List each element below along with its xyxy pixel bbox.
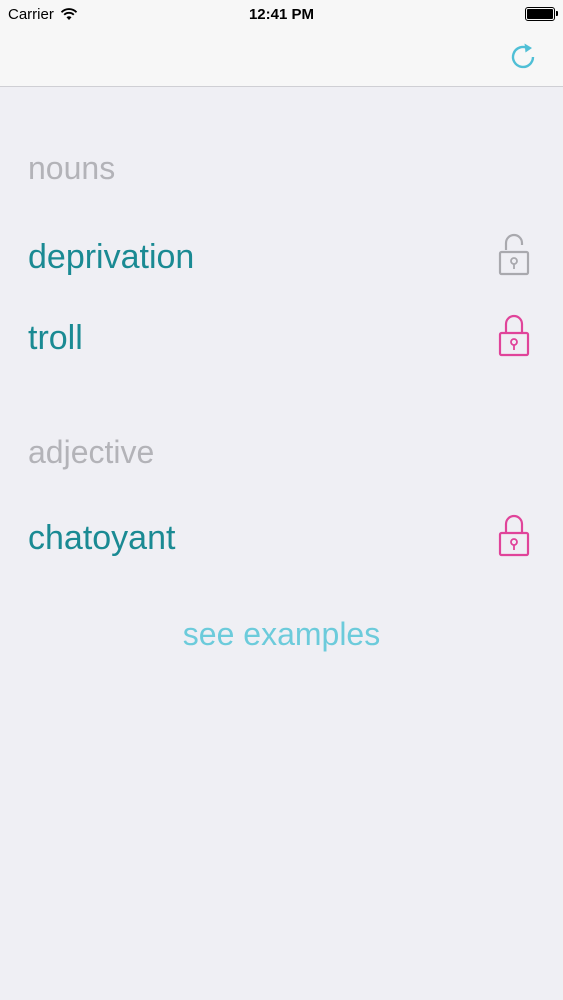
status-bar: Carrier 12:41 PM — [0, 0, 563, 30]
section-header-nouns: nouns — [28, 150, 116, 186]
refresh-icon[interactable] — [507, 41, 539, 73]
battery-icon — [525, 7, 558, 21]
list-item[interactable]: troll — [0, 307, 563, 367]
unlocked-lock-icon[interactable] — [497, 232, 533, 278]
word-label: deprivation — [28, 238, 195, 276]
locked-lock-icon[interactable] — [497, 313, 533, 359]
status-time: 12:41 PM — [248, 6, 315, 23]
navigation-bar — [0, 30, 563, 87]
list-item[interactable]: deprivation — [0, 226, 563, 286]
list-item[interactable]: chatoyant — [0, 507, 563, 567]
section-header-adjective: adjective — [28, 434, 155, 470]
locked-lock-icon[interactable] — [497, 513, 533, 559]
word-label: troll — [28, 319, 83, 357]
see-examples-link[interactable]: see examples — [0, 616, 563, 653]
word-label: chatoyant — [28, 519, 176, 557]
